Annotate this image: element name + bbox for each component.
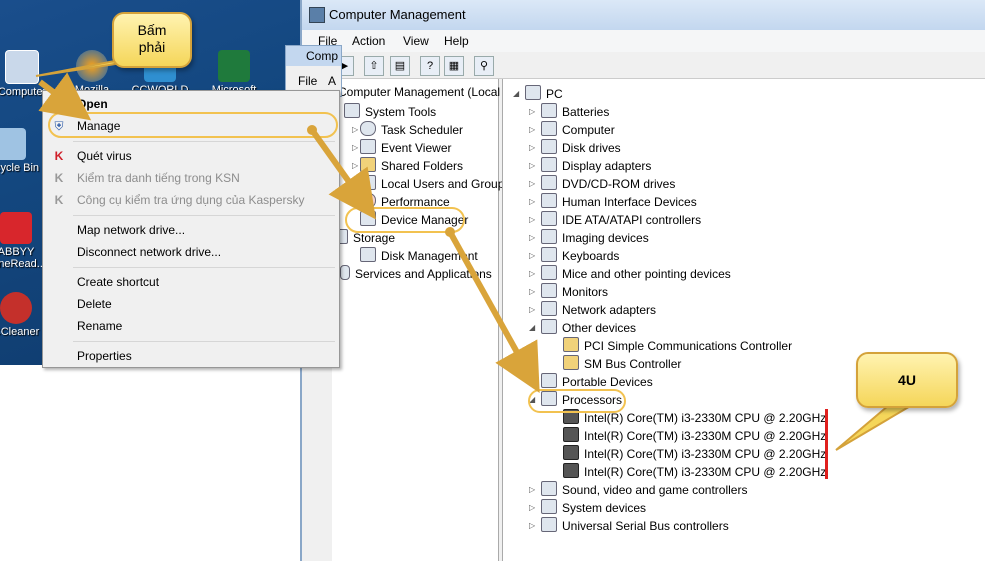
- cpu-marker-bar: [825, 409, 828, 479]
- callout-cores-text: 4U: [898, 372, 916, 388]
- callout-right-click-text: Bấm phải: [137, 22, 167, 55]
- arrow-to-manage: [38, 72, 92, 121]
- arrow-to-device-manager: [309, 128, 376, 220]
- annotation-arrows: [35, 59, 915, 451]
- arrow-start-dot: [307, 125, 317, 135]
- callout-right-click: Bấm phải: [112, 12, 192, 68]
- arrow-start-dot: [445, 227, 455, 237]
- callout-cores: 4U: [856, 352, 958, 408]
- arrow-to-processors: [447, 230, 540, 393]
